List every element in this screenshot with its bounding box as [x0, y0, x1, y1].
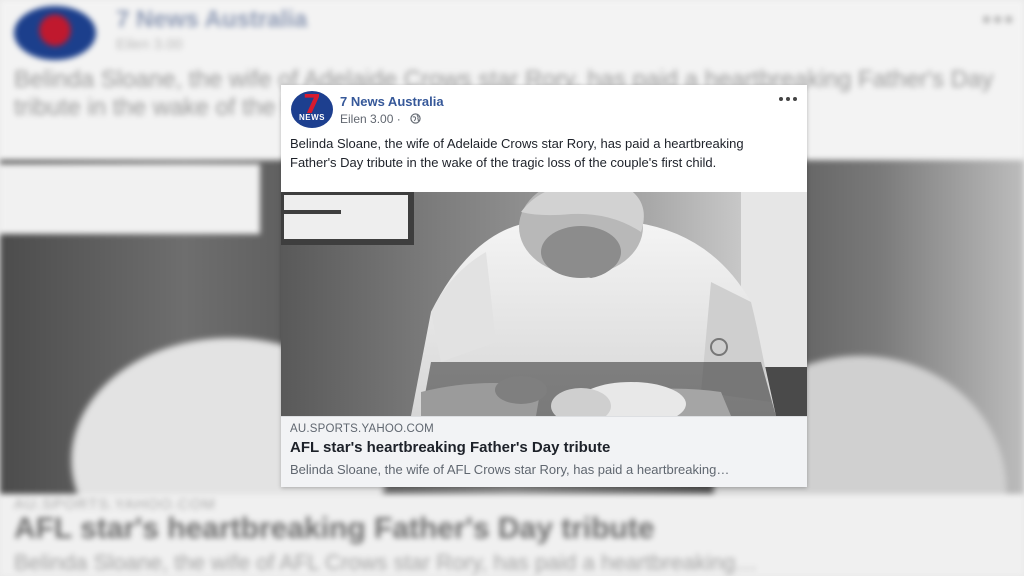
- timestamp-text: Eilen 3.00: [340, 112, 394, 126]
- avatar-logo-word: NEWS: [299, 113, 325, 122]
- background-link-title: AFL star's heartbreaking Father's Day tr…: [14, 512, 655, 545]
- post-text: Belinda Sloane, the wife of Adelaide Cro…: [290, 136, 744, 170]
- background-more-icon: •••: [982, 4, 1016, 34]
- link-preview-details[interactable]: AU.SPORTS.YAHOO.COM AFL star's heartbrea…: [281, 416, 807, 487]
- background-avatar: [14, 6, 96, 60]
- background-link-domain: AU.SPORTS.YAHOO.COM: [14, 496, 216, 513]
- background-window: [0, 164, 260, 234]
- background-timestamp: Eilen 3.00: [116, 36, 183, 53]
- link-domain: AU.SPORTS.YAHOO.COM: [290, 423, 434, 435]
- globe-icon[interactable]: [410, 113, 421, 124]
- link-snippet: Belinda Sloane, the wife of AFL Crows st…: [290, 462, 730, 477]
- link-title[interactable]: AFL star's heartbreaking Father's Day tr…: [290, 439, 610, 456]
- background-page-name: 7 News Australia: [116, 6, 308, 33]
- link-preview-image[interactable]: [281, 192, 807, 416]
- page-avatar[interactable]: 7 NEWS: [291, 91, 333, 128]
- timestamp-separator: ·: [396, 112, 401, 126]
- background-link-snippet: Belinda Sloane, the wife of AFL Crows st…: [14, 550, 758, 575]
- post-card: 7 NEWS 7 News Australia Eilen 3.00 · Bel…: [281, 85, 807, 487]
- more-options-icon[interactable]: [778, 89, 800, 107]
- page-name-link[interactable]: 7 News Australia: [340, 94, 444, 109]
- photo-illustration: [281, 192, 807, 416]
- post-timestamp[interactable]: Eilen 3.00 ·: [340, 112, 401, 126]
